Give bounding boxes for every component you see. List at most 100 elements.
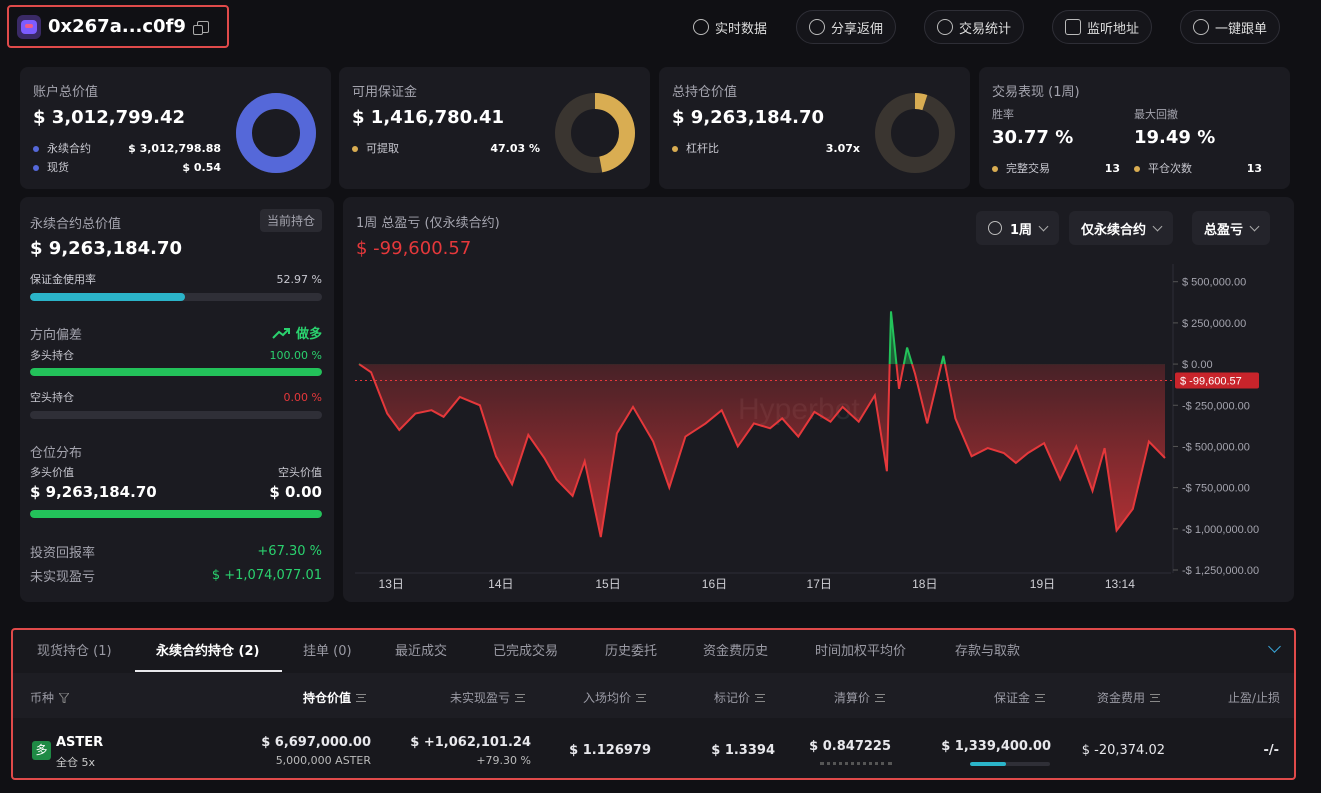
loss-area [359,364,1165,538]
donut-track [875,93,955,173]
roi-value: +67.30 % [257,544,322,559]
trade-stats-button[interactable]: 交易统计 [924,10,1025,44]
winrate-value: 30.77 % [992,127,1074,148]
available-margin-card: 可用保证金 $ 1,416,780.41 可提取 47.03 % [339,67,650,189]
header-funding[interactable]: 资金费用 [1097,689,1161,706]
stats-icon [937,19,953,35]
current-value-label: $ -99,600.57 [1180,375,1242,387]
x-tick-label: 16日 [702,577,727,591]
margin-donut [555,93,635,173]
current-position-badge[interactable]: 当前持仓 [259,209,322,232]
header-position-value[interactable]: 持仓价值 [303,689,367,706]
x-tick-label: 18日 [912,577,937,591]
filter-icon[interactable] [59,692,70,703]
tab-perp-positions[interactable]: 永续合约持仓 (2) [156,640,259,659]
margin-rate-bar [30,293,322,301]
margin-cell: $ 1,339,400.00 [941,739,1051,754]
copy-icon[interactable] [192,20,209,35]
upnl-percent-cell: +79.30 % [476,754,531,767]
bias-value: 做多 [295,327,322,342]
share-rebate-button[interactable]: 分享返佣 [796,10,897,44]
short-position-bar [30,411,322,419]
leverage-donut [875,93,955,173]
performance-card: 交易表现 (1周) 胜率 30.77 % 最大回撤 19.49 % 完整交易 1… [979,67,1290,189]
header-liquidation-price[interactable]: 清算价 [834,689,886,706]
long-value: $ 9,263,184.70 [30,483,157,501]
liquidation-price-cell: $ 0.847225 [809,739,891,754]
tab-twap[interactable]: 时间加权平均价 [815,640,906,659]
x-tick-label: 15日 [595,577,620,591]
account-value: $ 3,012,799.42 [33,107,186,128]
position-size-cell: 5,000,000 ASTER [275,754,371,767]
long-position-bar [30,368,322,376]
x-tick-label: 13:14 [1105,577,1135,591]
upnl-cell: $ +1,062,101.24 [410,735,531,750]
copy-trade-button[interactable]: 一键跟单 [1180,10,1281,44]
account-donut [236,93,316,173]
active-tab-indicator [135,670,282,672]
sort-icon [515,693,526,702]
realtime-data-button[interactable]: 实时数据 [681,10,779,44]
tab-open-orders[interactable]: 挂单 (0) [303,640,352,659]
leverage-value: 3.07x [825,141,860,155]
tab-funding-history[interactable]: 资金费历史 [703,640,768,659]
card-title: 账户总价值 [33,85,99,100]
long-side-badge: 多 [32,741,51,760]
margin-mode: 全仓 5x [56,756,96,769]
position-value-card: 总持仓价值 $ 9,263,184.70 杠杆比 3.07x [659,67,970,189]
pnl-chart-panel: 1周 总盈亏 (仅永续合约) $ -99,600.57 1周 仅永续合约 总盈亏… [343,197,1294,602]
y-tick-label: -$ 1,000,000.00 [1182,524,1259,536]
entry-price-cell: $ 1.126979 [569,743,651,758]
y-tick-label: $ 250,000.00 [1182,318,1246,330]
header-margin[interactable]: 保证金 [994,689,1046,706]
wallet-address: 0x267a...c0f9 [48,16,186,37]
trend-up-icon [272,327,290,339]
header-mark-price[interactable]: 标记价 [714,689,766,706]
available-margin-value: $ 1,416,780.41 [352,107,505,128]
position-value-cell: $ 6,697,000.00 [261,735,371,750]
y-tick-label: -$ 250,000.00 [1182,400,1250,412]
x-tick-label: 17日 [807,577,832,591]
withdraw-value: 47.03 % [490,141,540,155]
unrealized-pnl-value: $ +1,074,077.01 [211,568,322,583]
distribution-bar [30,510,322,518]
mark-price-cell: $ 1.3394 [711,743,775,758]
sort-icon [1035,693,1046,702]
y-tick-label: -$ 750,000.00 [1182,483,1250,495]
perp-total-value: $ 9,263,184.70 [30,238,183,259]
sort-icon [755,693,766,702]
share-icon [809,19,825,35]
sort-icon [636,693,647,702]
pnl-line-chart[interactable]: Hyperbot$ 500,000.00$ 250,000.00$ 0.00-$… [343,197,1294,602]
address-box[interactable]: 0x267a...c0f9 [7,5,229,48]
tab-spot-positions[interactable]: 现货持仓 (1) [37,640,112,659]
perp-value: $ 3,012,798.88 [128,141,221,155]
y-tick-label: $ 0.00 [1182,359,1213,371]
sort-icon [356,693,367,702]
monitor-address-button[interactable]: 监听地址 [1052,10,1153,44]
spot-value: $ 0.54 [182,160,221,174]
header-entry-price[interactable]: 入场均价 [583,689,647,706]
y-tick-label: $ 500,000.00 [1182,277,1246,289]
y-tick-label: -$ 500,000.00 [1182,441,1250,453]
x-tick-label: 19日 [1030,577,1055,591]
short-value: $ 0.00 [269,483,322,501]
tab-order-history[interactable]: 历史委托 [605,640,657,659]
account-value-card: 账户总价值 $ 3,012,799.42 永续合约 $ 3,012,798.88… [20,67,331,189]
header-unrealized-pnl[interactable]: 未实现盈亏 [450,689,526,706]
x-tick-label: 14日 [488,577,513,591]
coin-name[interactable]: ASTER [56,735,103,750]
tab-completed-trades[interactable]: 已完成交易 [493,640,558,659]
header-coin[interactable]: 币种 [30,689,70,706]
x-tick-label: 13日 [379,577,404,591]
sort-icon [1150,693,1161,702]
tpsl-cell[interactable]: -/- [1263,743,1279,758]
sort-icon [875,693,886,702]
position-value: $ 9,263,184.70 [672,107,825,128]
tab-recent-fills[interactable]: 最近成交 [395,640,447,659]
avatar [17,14,41,39]
header-tpsl[interactable]: 止盈/止损 [1228,689,1280,706]
refresh-icon [693,19,709,35]
tab-deposits-withdrawals[interactable]: 存款与取款 [955,640,1020,659]
monitor-icon [1065,19,1081,35]
